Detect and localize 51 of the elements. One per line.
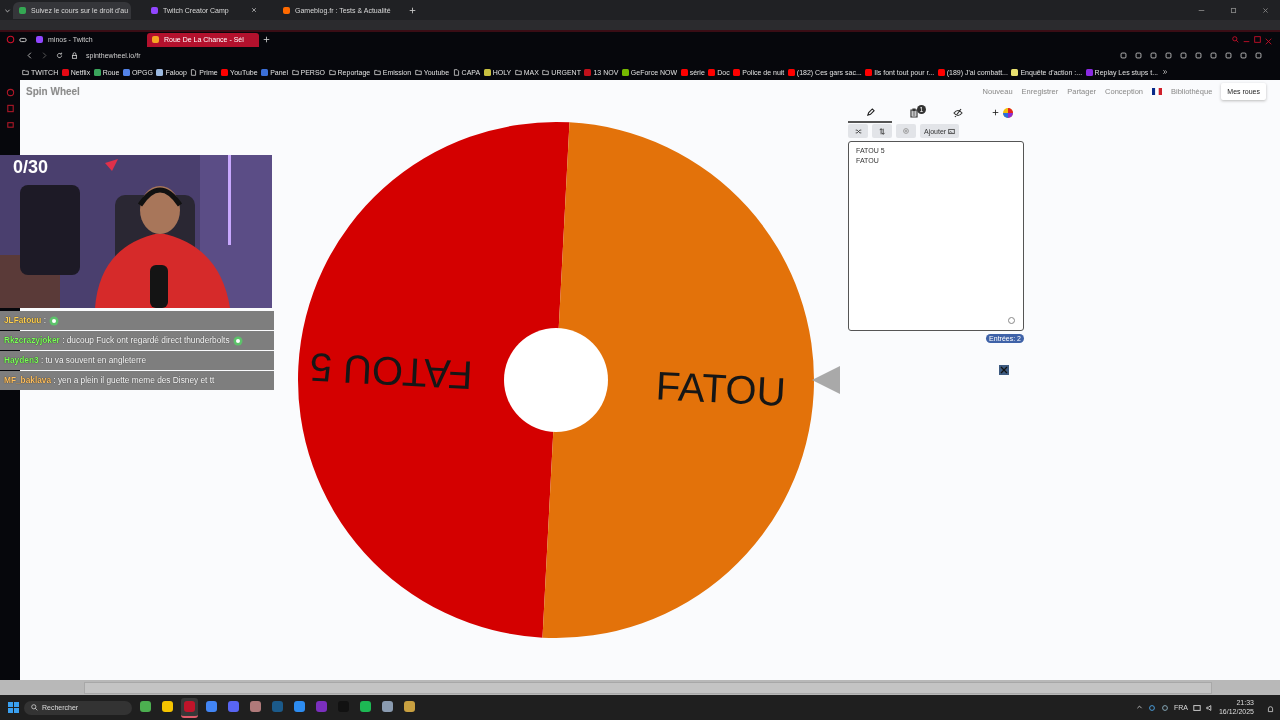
- french-flag-icon[interactable]: [1152, 87, 1162, 95]
- page-icon: [190, 68, 198, 76]
- sort-button[interactable]: [872, 124, 892, 138]
- lock-icon: [71, 52, 78, 59]
- folder-icon: [414, 68, 422, 76]
- eye-slash-icon[interactable]: [953, 107, 963, 118]
- reload-icon[interactable]: [56, 52, 63, 59]
- clipboard-icon[interactable]: [909, 107, 919, 118]
- folder-icon: [542, 68, 550, 76]
- close-icon[interactable]: [1261, 6, 1269, 14]
- chat-username: Hayden3: [4, 355, 39, 365]
- chat-text: :: [43, 315, 46, 325]
- pencil-icon[interactable]: [865, 108, 875, 117]
- segment-label: FATOU 5: [308, 345, 474, 398]
- chat-username: Rkzcrazyjoker: [4, 335, 60, 345]
- color-wheel-icon[interactable]: [1002, 107, 1013, 118]
- segment-label: FATOU: [654, 363, 787, 414]
- search-icon[interactable]: [1232, 36, 1239, 43]
- search-icon: [31, 703, 38, 711]
- shuffle-icon[interactable]: [854, 127, 862, 135]
- chevron-up-icon[interactable]: [1135, 704, 1143, 711]
- start-icon[interactable]: [8, 702, 19, 713]
- folder-icon: [291, 68, 299, 76]
- new-tab-icon[interactable]: [409, 6, 416, 14]
- controller-icon[interactable]: [19, 35, 27, 44]
- counter-text: 0/30: [13, 157, 49, 178]
- chat-username: JLFatouu: [4, 315, 42, 325]
- maximize-icon[interactable]: [1229, 6, 1237, 14]
- notification-icon[interactable]: [1267, 705, 1274, 713]
- chat-text: : yen a plein il guette meme des Disney et tt: [53, 375, 215, 385]
- plus-icon[interactable]: [991, 109, 999, 116]
- more-icon[interactable]: [1161, 69, 1168, 75]
- chat-text: : ducoup Fuck ont regardé direct thunderbolts: [62, 335, 230, 345]
- back-icon[interactable]: [26, 52, 33, 59]
- taskbar-app[interactable]: [181, 697, 198, 718]
- chat-text: : tu va souvent en angleterre: [40, 355, 147, 365]
- page-icon: [452, 68, 460, 76]
- wheel-pointer: [812, 366, 840, 394]
- opera-logo-icon[interactable]: [6, 35, 15, 44]
- new-tab-icon[interactable]: [263, 36, 270, 43]
- folder-icon: [22, 68, 29, 76]
- volume-icon[interactable]: [1205, 703, 1214, 712]
- sort-icon[interactable]: [878, 127, 886, 135]
- chat-username: MF_baklava: [4, 375, 52, 385]
- folder-icon: [328, 68, 336, 76]
- close-button[interactable]: [999, 365, 1009, 375]
- folder-icon: [514, 68, 522, 76]
- close-icon[interactable]: [1265, 37, 1272, 45]
- network-icon[interactable]: [1192, 703, 1201, 712]
- image-icon: [948, 127, 956, 135]
- folder-icon: [373, 68, 381, 76]
